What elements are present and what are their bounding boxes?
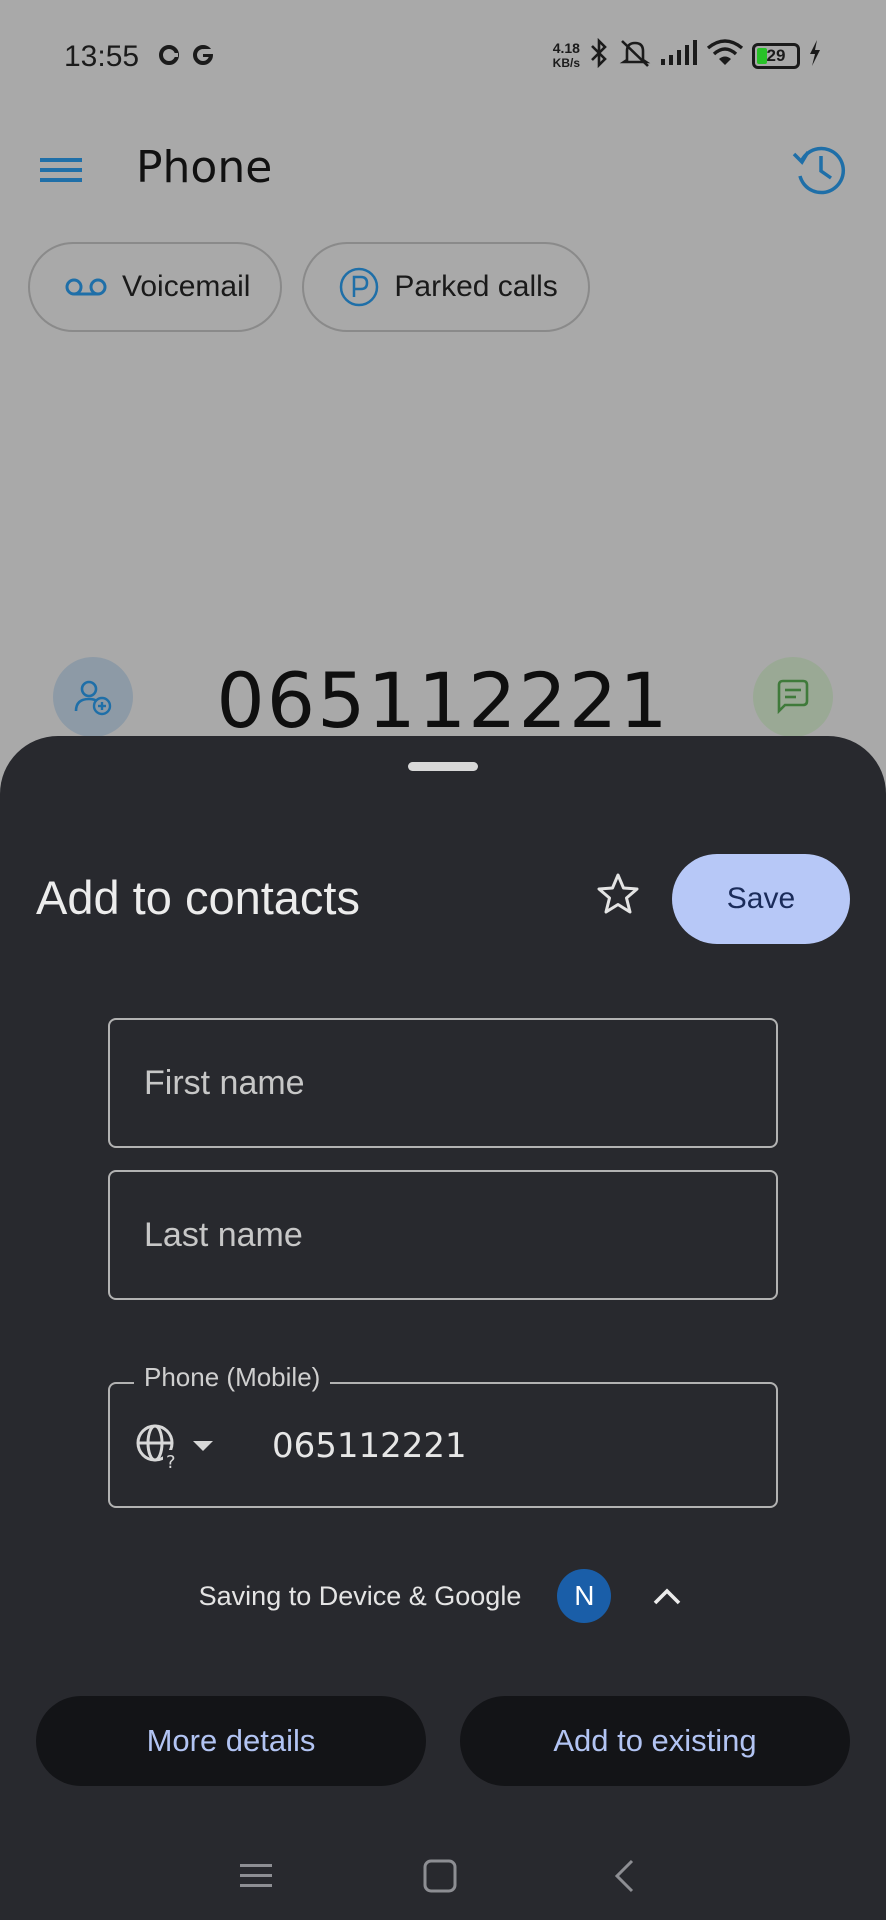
cell-signal-icon (660, 40, 698, 71)
parked-calls-icon (338, 266, 380, 308)
phone-field-label: Phone (Mobile) (134, 1362, 331, 1393)
send-message-button[interactable] (753, 657, 833, 737)
last-name-placeholder: Last name (144, 1216, 303, 1254)
add-to-existing-button[interactable]: Add to existing (460, 1696, 850, 1786)
voicemail-chip[interactable]: Voicemail (28, 242, 283, 332)
net-speed-unit: KB/s (552, 55, 580, 70)
message-icon (777, 679, 809, 715)
google-notification-icon (192, 44, 214, 71)
call-history-icon (792, 146, 846, 195)
net-speed-value: 4.18 (552, 39, 580, 56)
svg-text:?: ? (166, 1452, 176, 1470)
status-right-icons: 4.18 KB/s 29 (552, 37, 822, 73)
voicemail-icon (64, 276, 108, 298)
back-button[interactable] (600, 1852, 648, 1900)
phone-number-value: 065112221 (272, 1426, 467, 1466)
parked-calls-chip[interactable]: Parked calls (302, 242, 590, 332)
quick-chips: Voicemail Parked calls (28, 242, 590, 332)
status-left-icons (158, 44, 214, 71)
expand-account-button[interactable] (647, 1576, 687, 1616)
dropdown-arrow-icon (193, 1441, 213, 1451)
favorite-button[interactable] (590, 866, 646, 922)
home-icon (423, 1859, 457, 1893)
voicemail-chip-label: Voicemail (122, 270, 251, 303)
first-name-placeholder: First name (144, 1064, 305, 1102)
back-icon (614, 1859, 634, 1893)
battery-level: 29 (766, 45, 786, 65)
recent-apps-icon (240, 1864, 272, 1887)
chevron-up-icon (654, 1588, 681, 1605)
add-to-existing-label: Add to existing (553, 1723, 757, 1758)
wifi-icon (706, 38, 744, 73)
save-button[interactable]: Save (672, 854, 850, 944)
sheet-drag-handle[interactable] (408, 762, 478, 771)
battery-icon: 29 (752, 42, 800, 69)
first-name-field[interactable]: First name (108, 1018, 778, 1148)
star-icon (597, 873, 639, 914)
more-details-button[interactable]: More details (36, 1696, 426, 1786)
more-details-label: More details (146, 1723, 316, 1758)
hamburger-menu-icon (40, 158, 82, 182)
app-notification-icon (158, 44, 180, 71)
app-title: Phone (136, 142, 273, 193)
menu-button[interactable] (38, 146, 86, 194)
account-initial: N (574, 1580, 595, 1611)
charging-icon (808, 39, 822, 72)
last-name-field[interactable]: Last name (108, 1170, 778, 1300)
status-time: 13:55 (64, 40, 140, 73)
muted-bell-icon (618, 38, 652, 73)
saving-account-row: Saving to Device & Google N (0, 1566, 886, 1626)
battery-fill (757, 47, 767, 64)
system-navigation-bar (0, 1836, 886, 1920)
app-bar: Phone (0, 120, 886, 220)
add-to-contacts-sheet: Add to contacts Save First name Last nam… (0, 736, 886, 1920)
parked-calls-chip-label: Parked calls (394, 270, 558, 303)
dialed-number-row: 065112221 (0, 640, 886, 750)
net-speed: 4.18 KB/s (552, 39, 580, 71)
globe-unknown-icon: ? (136, 1424, 182, 1470)
account-avatar[interactable]: N (557, 1569, 612, 1623)
phone-field[interactable]: Phone (Mobile) ? 065112221 (108, 1362, 778, 1508)
bluetooth-icon (588, 37, 610, 73)
recent-apps-button[interactable] (232, 1852, 280, 1900)
home-button[interactable] (416, 1852, 464, 1900)
country-code-selector[interactable]: ? (134, 1422, 214, 1470)
saving-account-text: Saving to Device & Google (198, 1580, 522, 1611)
call-history-button[interactable] (790, 140, 850, 200)
status-bar: 13:55 4.18 KB/s 29 (0, 0, 886, 116)
sheet-title: Add to contacts (36, 871, 360, 924)
